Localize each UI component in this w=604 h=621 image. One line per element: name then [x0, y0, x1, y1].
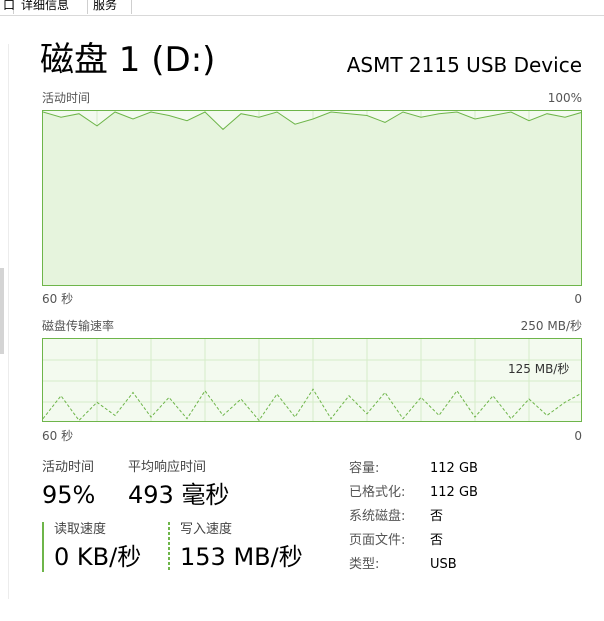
type-value: USB	[430, 557, 457, 572]
transfer-chart-zero-label: 0	[574, 429, 582, 443]
left-divider	[8, 44, 9, 599]
transfer-chart-svg	[43, 339, 581, 421]
activity-chart-zero-label: 0	[574, 292, 582, 306]
tab-bar: 口 详细信息 服务	[0, 0, 604, 16]
avg-response-value: 493 毫秒	[128, 481, 230, 509]
formatted-label: 已格式化:	[349, 485, 406, 500]
disk-title: 磁盘 1 (D:)	[40, 40, 216, 80]
activity-chart-svg	[43, 111, 581, 285]
read-speed-label: 读取速度	[54, 522, 107, 537]
transfer-chart-label: 磁盘传输速率	[42, 319, 115, 333]
device-name: ASMT 2115 USB Device	[346, 53, 582, 77]
tab-details[interactable]: 详细信息	[18, 0, 88, 14]
write-speed-value: 153 MB/秒	[180, 543, 303, 571]
read-speed-bar	[42, 522, 44, 572]
system-disk-label: 系统磁盘:	[349, 509, 406, 524]
transfer-chart-time-label: 60 秒	[42, 429, 74, 443]
active-time-label: 活动时间	[42, 460, 95, 475]
activity-chart-max-label: 100%	[547, 91, 582, 105]
series-area	[43, 112, 581, 285]
capacity-value: 112 GB	[430, 461, 478, 476]
transfer-chart	[42, 338, 582, 422]
page-file-label: 页面文件:	[349, 533, 406, 548]
transfer-chart-max-label: 250 MB/秒	[520, 319, 582, 333]
read-speed-value: 0 KB/秒	[54, 543, 142, 571]
active-time-value: 95%	[42, 481, 96, 509]
activity-chart	[42, 110, 582, 286]
write-speed-label: 写入速度	[180, 522, 233, 537]
tab-services[interactable]: 服务	[90, 0, 132, 14]
type-label: 类型:	[349, 557, 380, 572]
page-file-value: 否	[430, 533, 444, 548]
system-disk-value: 否	[430, 509, 444, 524]
avg-response-label: 平均响应时间	[128, 460, 207, 475]
tab-partial[interactable]: 口	[0, 0, 15, 14]
formatted-value: 112 GB	[430, 485, 478, 500]
write-speed-bar	[168, 522, 170, 572]
activity-chart-time-label: 60 秒	[42, 292, 74, 306]
activity-chart-label: 活动时间	[42, 91, 91, 105]
capacity-label: 容量:	[349, 461, 380, 476]
transfer-chart-mid-label: 125 MB/秒	[508, 362, 570, 376]
left-scrollbar[interactable]	[0, 268, 4, 354]
